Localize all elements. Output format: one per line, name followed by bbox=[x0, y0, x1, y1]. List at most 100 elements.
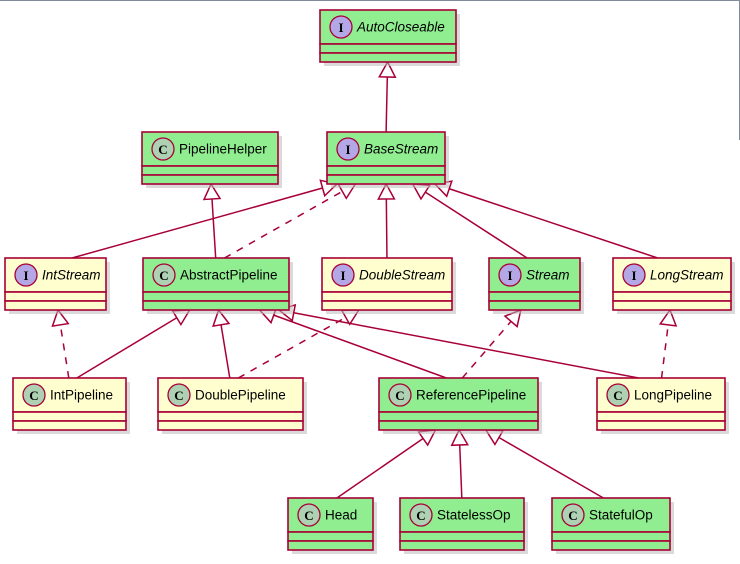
class-icon: C bbox=[22, 383, 46, 407]
attribute-compartment bbox=[287, 531, 374, 542]
operation-compartment bbox=[488, 300, 581, 311]
uml-edge-extends-basestream-to-autocloseable bbox=[378, 60, 397, 133]
uml-class-box-statelessop[interactable]: C StatelessOp bbox=[399, 497, 528, 554]
uml-edge-implements-abstractpipeline-to-basestream bbox=[224, 183, 357, 259]
attribute-compartment bbox=[378, 411, 539, 422]
interface-icon: I bbox=[622, 263, 646, 287]
attribute-compartment bbox=[612, 291, 732, 302]
node-layer: I AutoCloseable C PipelineHelper I BaseStream… bbox=[4, 9, 735, 554]
svg-text:C: C bbox=[416, 508, 425, 523]
uml-edge-extends-intstream-to-basestream bbox=[71, 179, 339, 259]
uml-class-box-abstractpipeline[interactable]: C AbstractPipeline bbox=[142, 257, 293, 314]
svg-text:I: I bbox=[507, 268, 512, 283]
edge-line-dashed bbox=[237, 316, 347, 379]
svg-text:C: C bbox=[174, 388, 183, 403]
edge-line-solid bbox=[385, 198, 388, 259]
uml-edge-implements-longpipeline-to-longstream bbox=[658, 308, 678, 379]
class-icon: C bbox=[388, 383, 412, 407]
svg-text:I: I bbox=[338, 20, 343, 35]
class-name-label: ReferencePipeline bbox=[416, 388, 526, 403]
edge-line-solid bbox=[273, 314, 447, 379]
class-name-label: LongPipeline bbox=[634, 388, 712, 403]
class-name-label: StatefulOp bbox=[589, 508, 653, 523]
edge-line-solid bbox=[293, 312, 639, 379]
operation-compartment bbox=[399, 540, 525, 551]
interface-icon: I bbox=[329, 15, 353, 39]
attribute-compartment bbox=[142, 291, 290, 302]
class-icon: C bbox=[167, 383, 191, 407]
uml-class-box-doublepipeline[interactable]: C DoublePipeline bbox=[157, 377, 307, 434]
edge-line-solid bbox=[71, 187, 323, 259]
class-name-label: DoubleStream bbox=[359, 268, 445, 283]
operation-compartment bbox=[287, 540, 374, 551]
class-name-label: StatelessOp bbox=[437, 508, 511, 523]
svg-text:C: C bbox=[395, 388, 404, 403]
attribute-compartment bbox=[326, 165, 446, 176]
uml-class-box-longpipeline[interactable]: C LongPipeline bbox=[596, 377, 729, 434]
svg-text:C: C bbox=[304, 508, 313, 523]
uml-edge-extends-intpipeline-to-abstractpipeline bbox=[76, 309, 191, 379]
svg-text:C: C bbox=[29, 388, 38, 403]
edge-line-solid bbox=[498, 436, 604, 499]
operation-compartment bbox=[141, 174, 279, 185]
edge-line-solid bbox=[458, 444, 463, 499]
svg-text:I: I bbox=[631, 268, 636, 283]
uml-class-box-basestream[interactable]: I BaseStream bbox=[326, 131, 449, 188]
attribute-compartment bbox=[488, 291, 581, 302]
uml-edge-extends-longpipeline-to-abstractpipeline bbox=[277, 303, 639, 379]
uml-edge-implements-doublepipeline-to-doublestream bbox=[237, 309, 361, 379]
class-name-label: PipelineHelper bbox=[179, 142, 267, 157]
operation-compartment bbox=[157, 420, 304, 431]
class-name-label: AutoCloseable bbox=[356, 20, 445, 35]
uml-class-box-pipelinehelper[interactable]: C PipelineHelper bbox=[141, 131, 282, 188]
class-name-label: BaseStream bbox=[364, 142, 438, 157]
class-icon: C bbox=[152, 263, 176, 287]
svg-text:C: C bbox=[158, 142, 167, 157]
class-name-label: LongStream bbox=[650, 268, 724, 283]
uml-edge-extends-doublepipeline-to-abstractpipeline bbox=[212, 308, 231, 379]
attribute-compartment bbox=[4, 291, 107, 302]
operation-compartment bbox=[142, 300, 290, 311]
svg-text:I: I bbox=[23, 268, 28, 283]
class-name-label: IntPipeline bbox=[50, 388, 113, 403]
uml-edge-implements-intpipeline-to-intstream bbox=[51, 308, 70, 379]
uml-class-box-stream[interactable]: I Stream bbox=[488, 257, 584, 314]
uml-class-box-intstream[interactable]: I IntStream bbox=[4, 257, 110, 314]
class-icon: C bbox=[151, 137, 175, 161]
svg-text:I: I bbox=[345, 142, 350, 157]
operation-compartment bbox=[319, 52, 457, 63]
edge-line-solid bbox=[448, 188, 658, 259]
uml-edge-extends-statefulop-to-referencepipeline bbox=[484, 429, 604, 499]
uml-class-box-autocloseable[interactable]: I AutoCloseable bbox=[319, 9, 460, 66]
operation-compartment bbox=[551, 540, 671, 551]
operation-compartment bbox=[326, 174, 446, 185]
uml-class-box-intpipeline[interactable]: C IntPipeline bbox=[12, 377, 130, 434]
edge-line-solid bbox=[76, 317, 178, 379]
uml-edge-implements-referencepipeline-to-stream bbox=[461, 308, 522, 379]
uml-class-box-head[interactable]: C Head bbox=[287, 497, 377, 554]
operation-compartment bbox=[378, 420, 539, 431]
attribute-compartment bbox=[596, 411, 726, 422]
uml-class-box-referencepipeline[interactable]: C ReferencePipeline bbox=[378, 377, 542, 434]
attribute-compartment bbox=[157, 411, 304, 422]
class-name-label: IntStream bbox=[42, 268, 101, 283]
class-icon: C bbox=[409, 503, 433, 527]
class-name-label: DoublePipeline bbox=[195, 388, 286, 403]
uml-edge-extends-statelessop-to-referencepipeline bbox=[450, 428, 469, 499]
operation-compartment bbox=[4, 300, 107, 311]
edge-line-solid bbox=[424, 191, 528, 259]
edge-line-solid bbox=[385, 76, 389, 133]
edge-line-dashed bbox=[59, 324, 70, 379]
interface-icon: I bbox=[498, 263, 522, 287]
attribute-compartment bbox=[12, 411, 127, 422]
uml-class-box-doublestream[interactable]: I DoubleStream bbox=[321, 257, 456, 314]
uml-class-box-statefulop[interactable]: C StatefulOp bbox=[551, 497, 674, 554]
edge-line-dashed bbox=[660, 324, 669, 379]
interface-icon: I bbox=[331, 263, 355, 287]
edge-line-solid bbox=[220, 324, 231, 379]
interface-icon: I bbox=[336, 137, 360, 161]
class-name-label: Head bbox=[325, 508, 357, 523]
uml-edge-extends-doublestream-to-basestream bbox=[377, 182, 396, 259]
attribute-compartment bbox=[551, 531, 671, 542]
uml-class-box-longstream[interactable]: I LongStream bbox=[612, 257, 735, 314]
